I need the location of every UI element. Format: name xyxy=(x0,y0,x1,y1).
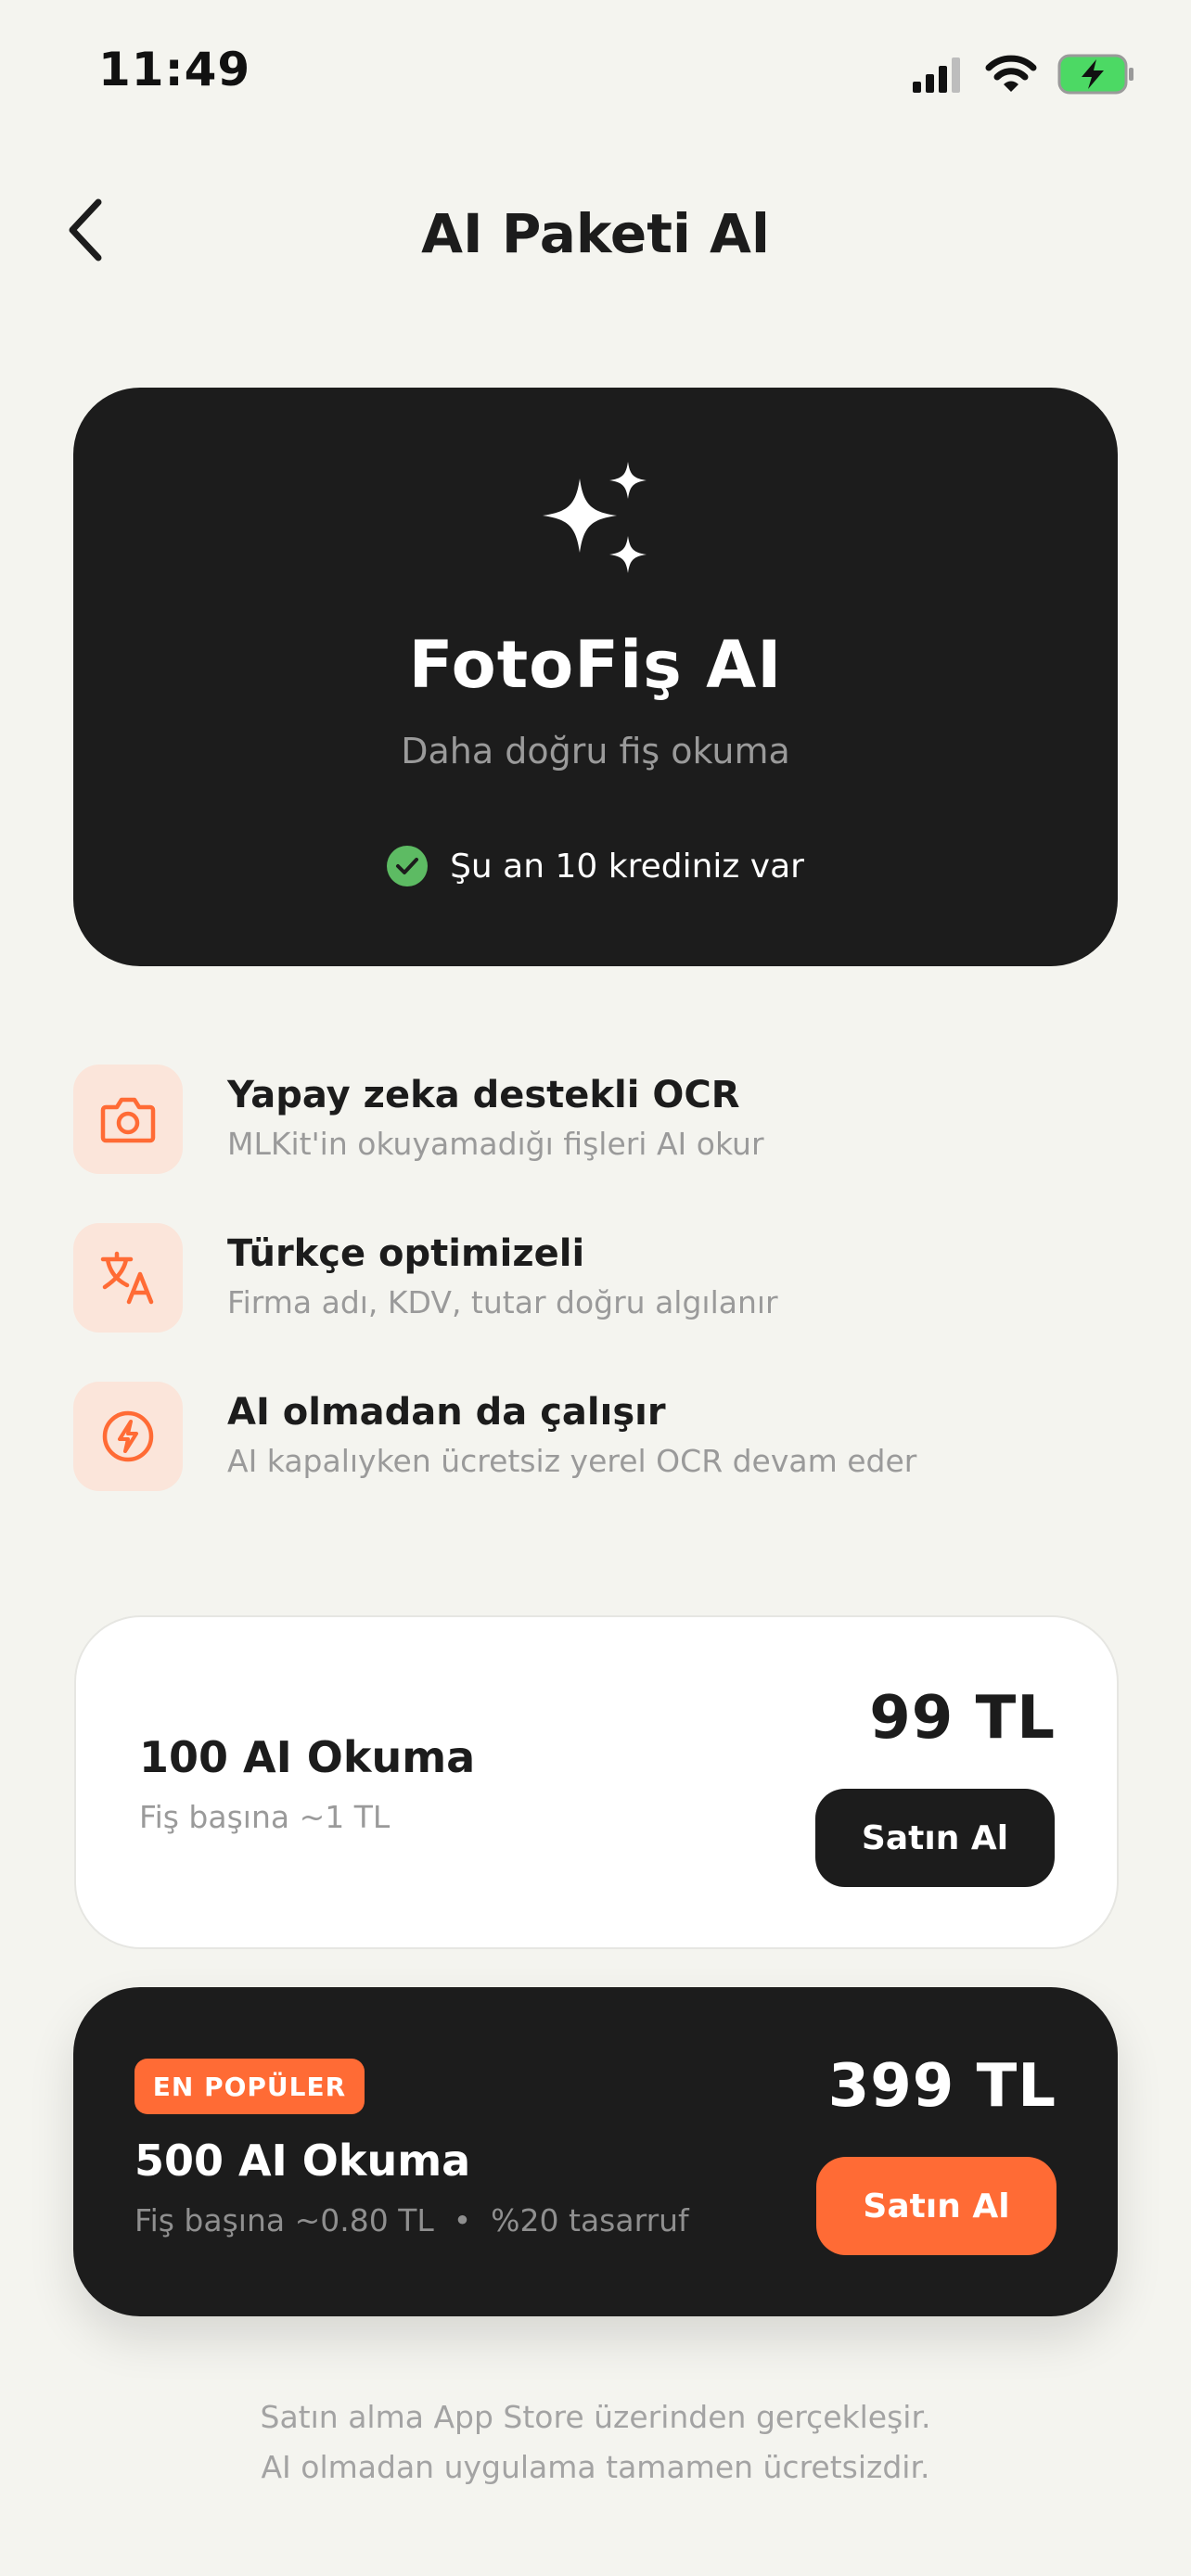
package-name: 500 AI Okuma xyxy=(134,2136,471,2186)
hero-subtitle: Daha doğru fiş okuma xyxy=(401,731,790,772)
feature-title: Yapay zeka destekli OCR xyxy=(227,1074,740,1116)
status-icons xyxy=(913,52,1135,96)
translate-icon xyxy=(73,1223,183,1333)
cellular-signal-icon xyxy=(913,57,960,93)
battery-charging-icon xyxy=(1057,54,1133,95)
package-name: 100 AI Okuma xyxy=(139,1732,476,1782)
package-card-100: 100 AI Okuma Fiş başına ~1 TL 99 TL Satı… xyxy=(74,1615,1119,1949)
feature-desc: MLKit'in okuyamadığı fişleri AI okur xyxy=(227,1126,764,1162)
popular-badge: EN POPÜLER xyxy=(134,2059,365,2114)
status-bar: 11:49 xyxy=(0,0,1191,148)
feature-desc: Firma adı, KDV, tutar doğru algılanır xyxy=(227,1284,778,1320)
check-circle-icon xyxy=(387,846,429,886)
footer-line-1: Satın alma App Store üzerinden gerçekleş… xyxy=(260,2399,931,2435)
credit-status: Şu an 10 krediniz var xyxy=(73,846,1118,886)
page-title: AI Paketi Al xyxy=(421,202,770,265)
nav-bar: AI Paketi Al xyxy=(0,176,1191,287)
package-price: 399 TL xyxy=(827,2052,1057,2121)
package-desc: Fiş başına ~1 TL xyxy=(139,1799,391,1835)
hero-card: FotoFiş AI Daha doğru fiş okuma Şu an 10… xyxy=(73,388,1118,966)
buy-button-100[interactable]: Satın Al xyxy=(815,1789,1055,1887)
feature-item-offline: AI olmadan da çalışır AI kapalıyken ücre… xyxy=(73,1382,1118,1493)
feature-title: Türkçe optimizeli xyxy=(227,1232,585,1275)
bolt-icon xyxy=(73,1382,183,1491)
buy-button-500[interactable]: Satın Al xyxy=(816,2157,1057,2255)
package-desc: Fiş başına ~0.80 TL • %20 tasarruf xyxy=(134,2202,689,2238)
footer-note: Satın alma App Store üzerinden gerçekleş… xyxy=(0,2392,1191,2493)
hero-title: FotoFiş AI xyxy=(408,627,783,703)
credit-text: Şu an 10 krediniz var xyxy=(450,847,804,886)
feature-item-ocr: Yapay zeka destekli OCR MLKit'in okuyama… xyxy=(73,1065,1118,1176)
package-price: 99 TL xyxy=(869,1684,1056,1753)
sparkles-icon xyxy=(73,462,1118,582)
feature-item-turkish: Türkçe optimizeli Firma adı, KDV, tutar … xyxy=(73,1223,1118,1334)
status-time: 11:49 xyxy=(98,43,251,96)
feature-title: AI olmadan da çalışır xyxy=(227,1391,666,1434)
feature-desc: AI kapalıyken ücretsiz yerel OCR devam e… xyxy=(227,1443,917,1479)
footer-line-2: AI olmadan uygulama tamamen ücretsizdir. xyxy=(261,2449,930,2485)
package-card-500: EN POPÜLER 500 AI Okuma Fiş başına ~0.80… xyxy=(73,1987,1118,2316)
wifi-icon xyxy=(985,55,1037,92)
camera-icon xyxy=(73,1065,183,1174)
